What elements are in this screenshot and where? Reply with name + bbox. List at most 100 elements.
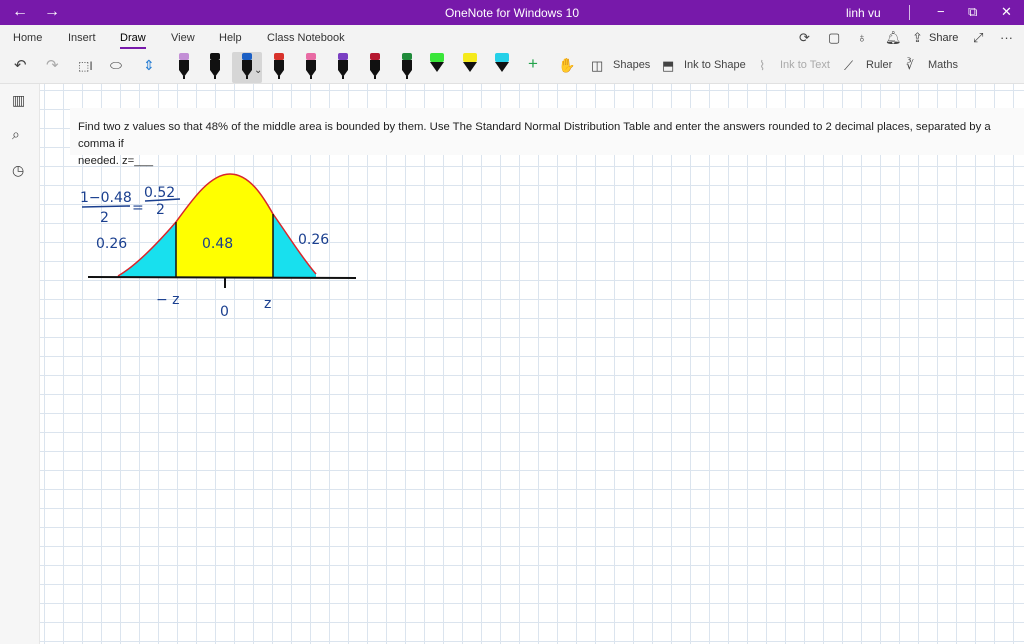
ink-to-text-button[interactable]: Ink to Text xyxy=(780,59,830,71)
pen-tip-point xyxy=(278,76,280,79)
add-pen-button[interactable]: + xyxy=(528,54,538,74)
middle-area xyxy=(176,174,273,277)
pen-tip-point xyxy=(246,76,248,79)
notebook-view-icon[interactable]: ▢ xyxy=(828,30,840,46)
pen-body xyxy=(402,60,412,70)
pen-color-cap xyxy=(370,53,380,60)
pen-8[interactable] xyxy=(399,53,415,81)
ink-replay-icon[interactable]: ✋ xyxy=(558,57,575,74)
lasso-select-text-icon[interactable]: ⬚I xyxy=(78,59,93,73)
pen-color-cap xyxy=(274,53,284,60)
highlighter-color-cap xyxy=(463,53,477,62)
left-tail-label: 0.26 xyxy=(96,236,127,252)
close-button[interactable]: ✕ xyxy=(1001,4,1012,20)
shapes-button[interactable]: Shapes xyxy=(613,59,650,71)
ink-to-shape-button[interactable]: Ink to Shape xyxy=(684,59,746,71)
pen-body xyxy=(274,60,284,70)
title-separator xyxy=(909,5,910,20)
add-space-icon[interactable]: ⇕ xyxy=(143,57,155,74)
pen-body xyxy=(370,60,380,70)
ink-to-shape-icon[interactable]: ⬒ xyxy=(662,58,674,74)
shapes-icon[interactable]: ◫ xyxy=(591,58,603,74)
negative-z-label: − z xyxy=(156,292,180,308)
tab-insert[interactable]: Insert xyxy=(68,32,96,44)
pen-4[interactable] xyxy=(271,53,287,81)
pen-body xyxy=(242,60,252,70)
more-options-icon[interactable]: ··· xyxy=(1000,30,1013,45)
lasso-select-icon[interactable]: ⬭ xyxy=(110,57,122,74)
minimize-button[interactable]: − xyxy=(937,4,945,19)
question-text-box[interactable]: Find two z values so that 48% of the mid… xyxy=(70,108,1024,167)
highlighter-color-cap xyxy=(495,53,509,62)
pen-color-cap xyxy=(179,53,189,60)
restore-button[interactable]: ⧉ xyxy=(968,4,977,20)
title-bar: ← → OneNote for Windows 10 linh vu − ⧉ ✕ xyxy=(0,0,1024,25)
ink-to-text-icon: ⌇ xyxy=(759,58,766,73)
normal-curve-sketch: 1−0.48 2 = 0.52 2 0.26 0.48 0.26 − z 0 z xyxy=(80,173,357,320)
tab-draw[interactable]: Draw xyxy=(120,32,146,49)
ruler-icon[interactable]: ⟋ xyxy=(844,58,853,74)
undo-icon[interactable]: ↶ xyxy=(14,56,27,74)
ruler-button[interactable]: Ruler xyxy=(866,59,892,71)
formula-right-numerator: 0.52 xyxy=(144,185,175,201)
expand-icon[interactable]: ⤢ xyxy=(973,30,983,46)
maths-icon[interactable]: ∛ xyxy=(906,58,914,72)
note-page-canvas[interactable]: Find two z values so that 48% of the mid… xyxy=(40,84,1024,644)
pen-tip-point xyxy=(183,76,185,79)
tab-home[interactable]: Home xyxy=(13,32,42,44)
pen-body xyxy=(338,60,348,70)
pen-color-cap xyxy=(338,53,348,60)
tab-view[interactable]: View xyxy=(171,32,195,44)
user-name[interactable]: linh vu xyxy=(846,6,881,20)
pen-color-cap xyxy=(306,53,316,60)
pen-5[interactable] xyxy=(303,53,319,81)
pen-body xyxy=(210,60,220,70)
tab-class-notebook[interactable]: Class Notebook xyxy=(267,32,345,44)
question-line-1: Find two z values so that 48% of the mid… xyxy=(78,121,991,150)
sync-icon[interactable]: ⟳ xyxy=(799,30,810,46)
lightbulb-icon[interactable]: ♁ xyxy=(857,30,867,45)
highlighter-tip xyxy=(463,62,477,72)
pen-tip-point xyxy=(406,76,408,79)
share-icon[interactable]: ⇪ xyxy=(912,30,923,46)
pen-color-cap xyxy=(402,53,412,60)
pen-body xyxy=(179,60,189,70)
pen-7[interactable] xyxy=(367,53,383,81)
pen-options-chevron-icon[interactable]: ⌄ xyxy=(254,65,262,76)
notebooks-icon[interactable]: ▥ xyxy=(12,92,25,109)
formula-right-denominator: 2 xyxy=(156,202,165,218)
notifications-bell-icon[interactable]: 🔔︎ xyxy=(885,30,902,46)
highlighter-tip xyxy=(430,62,444,72)
pen-tip-point xyxy=(310,76,312,79)
pen-6[interactable] xyxy=(335,53,351,81)
middle-area-label: 0.48 xyxy=(202,236,233,252)
highlighter-color-cap xyxy=(430,53,444,62)
positive-z-label: z xyxy=(264,296,271,312)
redo-icon[interactable]: ↷ xyxy=(46,56,59,74)
pen-tip-point xyxy=(374,76,376,79)
pen-3[interactable] xyxy=(239,53,255,81)
pen-color-cap xyxy=(210,53,220,60)
pen-2[interactable] xyxy=(207,53,223,81)
pen-body xyxy=(306,60,316,70)
highlighter-3[interactable] xyxy=(494,53,510,81)
draw-toolbar: ↶ ↷ ⬚I ⬭ ⇕ + ✋ ◫ Shapes ⬒ Ink to Shape ⌇… xyxy=(0,51,1024,84)
ribbon-tabs: Home Insert Draw View Help Class Noteboo… xyxy=(0,25,1024,51)
formula-left-bar xyxy=(81,205,131,208)
maths-button[interactable]: Maths xyxy=(928,59,958,71)
right-tail-label: 0.26 xyxy=(298,232,329,248)
pen-tip-point xyxy=(214,76,216,79)
formula-equals: = xyxy=(132,200,144,216)
pen-tip-point xyxy=(342,76,344,79)
formula-left-numerator: 1−0.48 xyxy=(80,190,132,206)
highlighter-tip xyxy=(495,62,509,72)
pen-1[interactable] xyxy=(176,53,192,81)
share-button[interactable]: Share xyxy=(929,32,958,44)
navigation-sidebar: ▥ ⌕ ◷ xyxy=(0,84,40,644)
highlighter-1[interactable] xyxy=(429,53,445,81)
search-icon[interactable]: ⌕ xyxy=(12,126,20,143)
recent-pages-clock-icon[interactable]: ◷ xyxy=(12,162,24,179)
tab-help[interactable]: Help xyxy=(219,32,242,44)
highlighter-2[interactable] xyxy=(462,53,478,81)
zero-label: 0 xyxy=(220,304,229,320)
